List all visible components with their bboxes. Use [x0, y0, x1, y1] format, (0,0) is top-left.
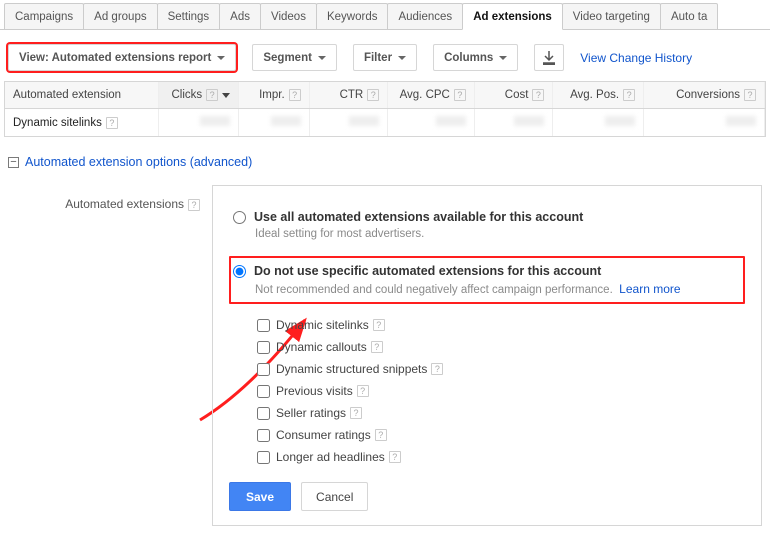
- tab-video-targeting[interactable]: Video targeting: [562, 3, 661, 30]
- check-consumer-ratings[interactable]: Consumer ratings?: [257, 424, 745, 446]
- tab-settings[interactable]: Settings: [157, 3, 221, 30]
- help-icon[interactable]: ?: [373, 319, 385, 331]
- section-title[interactable]: Automated extension options (advanced): [25, 155, 252, 169]
- check-dynamic-callouts[interactable]: Dynamic callouts?: [257, 336, 745, 358]
- col-conversions[interactable]: Conversions?: [644, 82, 765, 109]
- col-avg-cpc[interactable]: Avg. CPC?: [388, 82, 475, 109]
- check-structured-snippets[interactable]: Dynamic structured snippets?: [257, 358, 745, 380]
- help-icon[interactable]: ?: [188, 199, 200, 211]
- advanced-section: − Automated extension options (advanced)…: [0, 137, 770, 526]
- help-icon[interactable]: ?: [106, 117, 118, 129]
- download-button[interactable]: [534, 44, 564, 71]
- col-clicks[interactable]: Clicks?: [158, 82, 239, 109]
- caret-icon: [318, 56, 326, 60]
- cancel-button[interactable]: Cancel: [301, 482, 368, 511]
- option-use-all-label: Use all automated extensions available f…: [254, 210, 583, 224]
- col-extension[interactable]: Automated extension: [5, 82, 158, 109]
- check-longer-headlines[interactable]: Longer ad headlines?: [257, 446, 745, 468]
- tab-ad-groups[interactable]: Ad groups: [83, 3, 157, 30]
- view-dropdown[interactable]: View: Automated extensions report: [8, 44, 236, 71]
- segment-dropdown[interactable]: Segment: [252, 44, 337, 71]
- help-icon[interactable]: ?: [623, 89, 635, 101]
- caret-icon: [499, 56, 507, 60]
- radio-use-all[interactable]: [233, 211, 246, 224]
- download-icon: [543, 51, 555, 65]
- report-table: Automated extension Clicks? Impr.? CTR? …: [4, 81, 766, 137]
- help-icon[interactable]: ?: [206, 89, 218, 101]
- learn-more-link[interactable]: Learn more: [619, 282, 680, 296]
- check-previous-visits[interactable]: Previous visits?: [257, 380, 745, 402]
- options-panel: Use all automated extensions available f…: [212, 185, 762, 526]
- help-icon[interactable]: ?: [289, 89, 301, 101]
- row-label: Dynamic sitelinks?: [5, 109, 158, 137]
- option-use-all-sub: Ideal setting for most advertisers.: [255, 228, 737, 240]
- tab-ad-extensions[interactable]: Ad extensions: [462, 3, 563, 30]
- col-cost[interactable]: Cost?: [474, 82, 553, 109]
- help-icon[interactable]: ?: [375, 429, 387, 441]
- col-impr[interactable]: Impr.?: [239, 82, 310, 109]
- help-icon[interactable]: ?: [389, 451, 401, 463]
- tab-audiences[interactable]: Audiences: [387, 3, 463, 30]
- option-dont-use[interactable]: Do not use specific automated extensions…: [229, 256, 745, 304]
- col-ctr[interactable]: CTR?: [309, 82, 388, 109]
- help-icon[interactable]: ?: [350, 407, 362, 419]
- help-icon[interactable]: ?: [454, 89, 466, 101]
- collapse-icon[interactable]: −: [8, 157, 19, 168]
- help-icon[interactable]: ?: [532, 89, 544, 101]
- help-icon[interactable]: ?: [357, 385, 369, 397]
- save-button[interactable]: Save: [229, 482, 291, 511]
- filter-dropdown[interactable]: Filter: [353, 44, 417, 71]
- sort-desc-icon: [222, 93, 230, 98]
- check-dynamic-sitelinks[interactable]: Dynamic sitelinks?: [257, 314, 745, 336]
- option-use-all[interactable]: Use all automated extensions available f…: [229, 202, 745, 248]
- tab-ads[interactable]: Ads: [219, 3, 261, 30]
- nav-tabs: Campaigns Ad groups Settings Ads Videos …: [0, 0, 770, 30]
- field-label: Automated extensions?: [32, 185, 212, 211]
- tab-keywords[interactable]: Keywords: [316, 3, 389, 30]
- help-icon[interactable]: ?: [431, 363, 443, 375]
- tab-campaigns[interactable]: Campaigns: [4, 3, 84, 30]
- option-dont-use-sub: Not recommended and could negatively aff…: [255, 282, 737, 296]
- tab-auto[interactable]: Auto ta: [660, 3, 718, 30]
- view-history-link[interactable]: View Change History: [580, 51, 692, 65]
- view-label: View: Automated extensions report: [19, 52, 211, 64]
- tab-videos[interactable]: Videos: [260, 3, 317, 30]
- toolbar: View: Automated extensions report Segmen…: [0, 30, 770, 81]
- help-icon[interactable]: ?: [371, 341, 383, 353]
- option-dont-use-label: Do not use specific automated extensions…: [254, 264, 601, 278]
- columns-dropdown[interactable]: Columns: [433, 44, 518, 71]
- col-avg-pos[interactable]: Avg. Pos.?: [553, 82, 644, 109]
- caret-icon: [217, 56, 225, 60]
- caret-icon: [398, 56, 406, 60]
- table-row[interactable]: Dynamic sitelinks?: [5, 109, 765, 137]
- table-header-row: Automated extension Clicks? Impr.? CTR? …: [5, 82, 765, 109]
- radio-dont-use[interactable]: [233, 265, 246, 278]
- check-seller-ratings[interactable]: Seller ratings?: [257, 402, 745, 424]
- extension-checkbox-list: Dynamic sitelinks? Dynamic callouts? Dyn…: [257, 314, 745, 468]
- help-icon[interactable]: ?: [367, 89, 379, 101]
- help-icon[interactable]: ?: [744, 89, 756, 101]
